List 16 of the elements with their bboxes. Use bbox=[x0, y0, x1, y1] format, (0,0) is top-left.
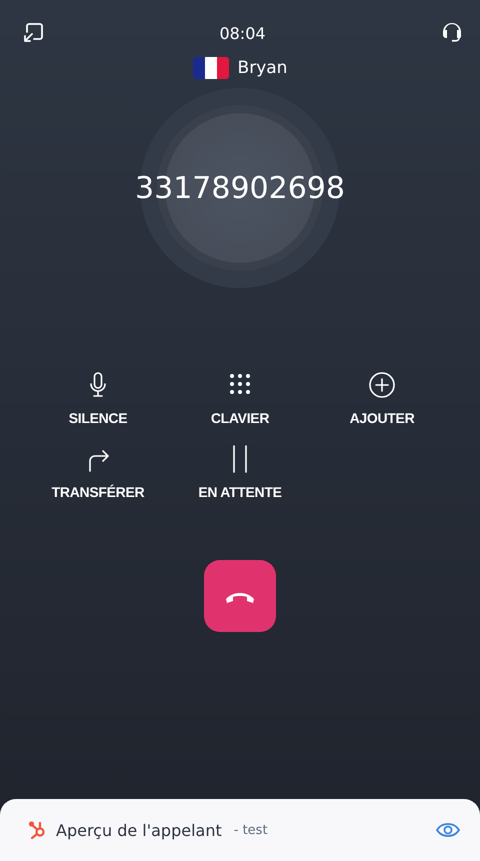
hang-up-button[interactable] bbox=[204, 560, 276, 632]
phone-number: 33178902698 bbox=[135, 170, 345, 206]
call-action-button[interactable]: EN ATTENTE bbox=[169, 444, 311, 500]
minimize-icon[interactable] bbox=[21, 21, 45, 45]
flag-icon bbox=[192, 57, 229, 79]
call-action-button[interactable]: AJOUTER bbox=[311, 370, 453, 426]
preview-subtitle: - test bbox=[234, 822, 268, 838]
call-action-button[interactable]: CLAVIER bbox=[169, 370, 311, 426]
caller-name: Bryan bbox=[238, 58, 288, 78]
eye-icon[interactable] bbox=[436, 822, 460, 838]
preview-title: Aperçu de l'appelant bbox=[56, 820, 222, 840]
call-timer: 08:04 bbox=[219, 24, 266, 42]
caller-preview-panel[interactable]: Aperçu de l'appelant - test bbox=[0, 799, 480, 861]
call-action-button[interactable]: SILENCE bbox=[27, 370, 169, 426]
add-icon bbox=[367, 370, 397, 400]
call-action-button[interactable]: TRANSFÉRER bbox=[27, 444, 169, 500]
